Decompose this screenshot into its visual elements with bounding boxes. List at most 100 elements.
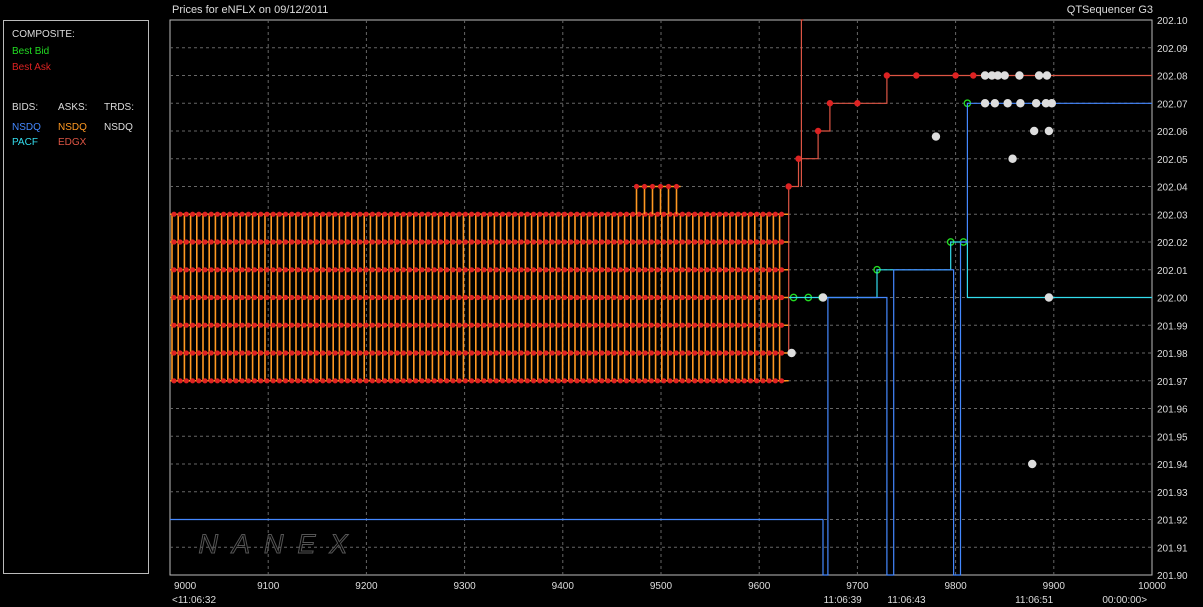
best-ask-dot — [388, 211, 394, 217]
best-ask-dot — [202, 267, 208, 273]
y-tick-label: 202.02 — [1157, 238, 1188, 249]
best-ask-dot — [264, 350, 270, 356]
best-ask-dot — [351, 239, 357, 245]
y-tick-label: 201.96 — [1157, 405, 1188, 416]
best-ask-dot — [171, 239, 177, 245]
best-ask-dot — [555, 294, 562, 301]
best-ask-dot — [661, 211, 667, 217]
best-ask-dot — [332, 239, 338, 245]
best-ask-dot — [369, 267, 375, 273]
best-ask-dot — [196, 322, 202, 328]
best-ask-dot — [543, 378, 549, 384]
best-ask-dot — [624, 211, 630, 217]
best-ask-dot — [686, 239, 692, 245]
best-ask-dot — [692, 211, 698, 217]
best-ask-dot — [351, 294, 357, 301]
best-ask-dot — [512, 267, 518, 273]
best-ask-dot — [258, 267, 264, 273]
best-ask-dot — [642, 239, 648, 245]
y-tick-label: 202.07 — [1157, 99, 1188, 110]
x-tick-label: 9100 — [257, 581, 280, 592]
best-ask-dot — [537, 322, 543, 328]
best-ask-dot — [376, 239, 382, 245]
best-ask-dot — [363, 211, 369, 217]
best-ask-dot — [171, 211, 177, 217]
time-label: <11:06:32 — [172, 595, 216, 606]
best-ask-dot — [630, 350, 636, 356]
best-ask-dot — [586, 267, 593, 273]
best-ask-dot — [698, 378, 704, 384]
best-ask-dot — [363, 294, 369, 301]
best-ask-dot — [686, 350, 692, 356]
best-ask-dot — [779, 294, 785, 301]
trade-dot — [1003, 99, 1012, 108]
price-chart: 9000 9100 9200 9300 9400 9500 9600 9700 9800 9900… — [169, 16, 1188, 606]
best-ask-dot — [617, 294, 624, 301]
best-ask-dot — [438, 378, 444, 384]
best-ask-dot — [388, 378, 394, 384]
best-ask-dot — [276, 294, 282, 301]
best-ask-dot — [363, 322, 369, 328]
best-ask-dot — [630, 211, 636, 217]
best-ask-dot — [283, 267, 289, 273]
best-ask-dot — [779, 322, 785, 328]
y-tick-label: 202.04 — [1157, 183, 1188, 194]
best-ask-dot — [698, 211, 704, 217]
best-ask-dot — [214, 294, 220, 301]
best-ask-dot — [183, 267, 189, 273]
best-ask-dot — [388, 294, 394, 301]
best-ask-dot — [611, 211, 617, 217]
best-ask-dot — [283, 211, 289, 217]
best-ask-dot — [723, 239, 729, 245]
best-ask-dot — [413, 322, 419, 328]
best-ask-dot — [214, 267, 220, 273]
best-ask-dot — [673, 350, 679, 356]
best-ask-dot — [630, 378, 636, 384]
best-ask-dot — [407, 211, 413, 217]
x-tick-label: 10000 — [1138, 581, 1166, 592]
best-ask-dot — [264, 239, 270, 245]
best-ask-dot — [239, 239, 245, 245]
trade-dot — [818, 293, 828, 302]
best-ask-dot — [258, 378, 264, 384]
best-ask-dot — [698, 294, 704, 301]
best-ask-dot — [320, 239, 326, 245]
best-ask-dot — [760, 322, 766, 328]
best-ask-dot — [537, 267, 543, 273]
best-ask-dot — [227, 294, 233, 301]
best-ask-dot — [190, 267, 196, 273]
best-ask-dot — [289, 378, 295, 384]
best-ask-dot — [636, 322, 642, 328]
best-ask-dot — [673, 322, 679, 328]
best-ask-dot — [376, 378, 382, 384]
best-ask-dot — [245, 322, 251, 328]
best-ask-dot — [641, 183, 648, 190]
best-ask-dot — [462, 267, 468, 273]
best-ask-dot — [487, 239, 493, 245]
best-ask-dot — [735, 294, 741, 301]
best-ask-dot — [345, 378, 351, 384]
best-ask-dot — [512, 211, 518, 217]
best-ask-dot — [388, 267, 394, 273]
best-ask-dot — [605, 239, 611, 245]
best-ask-dot — [227, 378, 233, 384]
best-ask-dot — [512, 350, 518, 356]
best-ask-dot — [438, 239, 444, 245]
best-ask-dot — [202, 239, 208, 245]
best-ask-dot — [351, 350, 357, 356]
best-ask-dot — [376, 350, 382, 356]
best-ask-dot — [351, 211, 357, 217]
trade-dot — [1000, 71, 1009, 80]
best-ask-dot — [506, 267, 512, 273]
best-ask-dot — [586, 350, 593, 356]
best-ask-dot — [357, 239, 363, 245]
best-ask-dot — [605, 294, 611, 301]
best-ask-dot — [531, 211, 537, 217]
best-ask-dot — [233, 350, 239, 356]
best-ask-dot — [717, 294, 723, 301]
best-ask-dot — [301, 322, 307, 328]
best-ask-dot — [524, 350, 531, 356]
best-ask-dot — [493, 239, 499, 245]
best-ask-dot — [741, 211, 748, 217]
best-ask-dot — [264, 322, 270, 328]
